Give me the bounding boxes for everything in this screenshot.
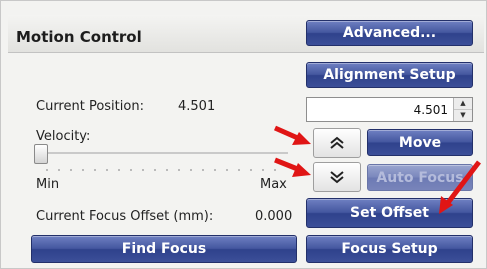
motion-control-panel: Motion Control Advanced... Alignment Set… — [0, 0, 487, 269]
focus-setup-button[interactable]: Focus Setup — [306, 235, 473, 263]
velocity-slider-ticks — [41, 169, 285, 171]
spinbox-arrows[interactable]: ▲ ▼ — [453, 98, 472, 121]
position-input-value[interactable]: 4.501 — [414, 103, 448, 117]
velocity-slider-thumb[interactable] — [34, 144, 48, 164]
spin-up-icon[interactable]: ▲ — [454, 98, 472, 110]
focus-offset-label: Current Focus Offset (mm): — [36, 209, 214, 224]
velocity-min-label: Min — [36, 177, 60, 192]
find-focus-button[interactable]: Find Focus — [31, 235, 297, 263]
focus-offset-value: 0.000 — [255, 209, 293, 224]
spin-down-icon[interactable]: ▼ — [454, 110, 472, 121]
velocity-max-label: Max — [260, 177, 287, 192]
position-spinbox[interactable]: 4.501 ▲ ▼ — [306, 97, 473, 122]
double-chevron-down-icon — [330, 171, 344, 184]
current-position-value: 4.501 — [178, 99, 216, 114]
current-position-label: Current Position: — [36, 99, 144, 114]
velocity-slider-track[interactable] — [34, 152, 288, 154]
step-down-button[interactable] — [313, 162, 361, 192]
move-button[interactable]: Move — [367, 129, 473, 156]
step-up-button[interactable] — [313, 128, 361, 158]
double-chevron-up-icon — [330, 136, 344, 149]
velocity-label: Velocity: — [36, 129, 91, 144]
panel-title: Motion Control — [16, 28, 142, 46]
auto-focus-button[interactable]: Auto Focus — [367, 164, 473, 191]
set-offset-button[interactable]: Set Offset — [306, 198, 473, 228]
alignment-setup-button[interactable]: Alignment Setup — [306, 62, 473, 88]
advanced-button[interactable]: Advanced... — [306, 20, 473, 46]
